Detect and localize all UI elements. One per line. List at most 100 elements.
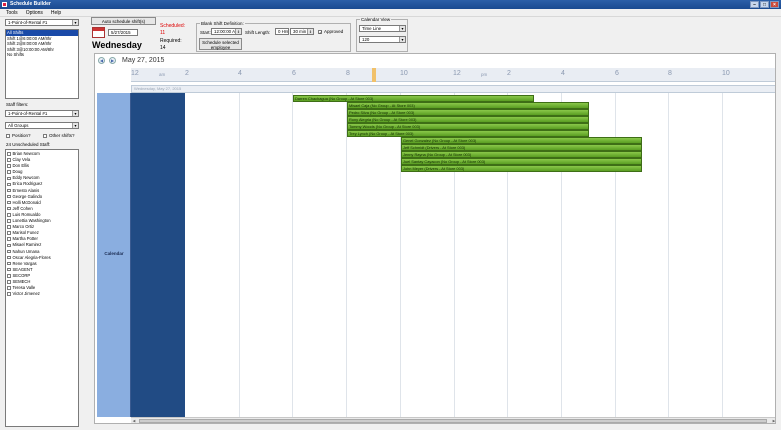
minimize-button[interactable]: – xyxy=(750,1,759,8)
schedule-selected-button[interactable]: Schedule selected employee xyxy=(199,38,242,50)
checkbox-icon[interactable] xyxy=(7,188,11,193)
shift-bar[interactable]: Pedro Silva (No Group - At Store 003) xyxy=(347,109,589,116)
shift-bar[interactable]: Genel Gonzalez (No Group - At Store 003) xyxy=(401,137,642,144)
calendar-resource-label: Calendar xyxy=(104,251,124,256)
checkbox-icon[interactable] xyxy=(7,292,11,296)
scroll-right-icon[interactable]: ▶ xyxy=(771,418,775,423)
shift-hours-field[interactable]: 0 Hrs xyxy=(275,28,289,35)
checkbox-icon[interactable] xyxy=(7,261,11,266)
shift-minutes-field[interactable]: 30 min ⇕ xyxy=(290,28,314,35)
calendar-icon[interactable] xyxy=(92,27,105,38)
prev-day-icon[interactable]: ◀ xyxy=(98,57,105,64)
chevron-down-icon[interactable]: ▼ xyxy=(399,37,405,42)
staff-list[interactable]: Brian Newcom Clay Vela Don Ellis Doug Eddy N… xyxy=(5,149,79,427)
checkbox-icon[interactable] xyxy=(7,164,11,168)
left-panel: 1-Point-of-Rental #1 ▼ All Shifts Shift … xyxy=(3,18,81,428)
chevron-down-icon[interactable]: ▼ xyxy=(399,26,405,31)
staff-name: Doug xyxy=(12,169,23,175)
checkbox-icon[interactable] xyxy=(7,280,11,284)
menu-tools[interactable]: Tools xyxy=(6,9,18,16)
horizontal-scrollbar[interactable]: ◀ ▶ xyxy=(131,417,775,423)
shift-bar[interactable]: Tommy Woods (No Group - At Store 003) xyxy=(347,123,589,130)
view-mode-value: Time Line xyxy=(362,26,382,31)
scrollbar-thumb[interactable] xyxy=(139,419,767,423)
checkbox-icon[interactable] xyxy=(7,152,11,156)
checkbox-icon[interactable] xyxy=(7,237,11,241)
chevron-down-icon[interactable]: ▼ xyxy=(72,20,78,25)
close-button[interactable]: × xyxy=(770,1,779,8)
shift-minutes-value: 30 min xyxy=(293,29,307,34)
shift-bar[interactable]: Rony Alegria (No Group - At Store 003) xyxy=(347,116,589,123)
checkbox-icon[interactable] xyxy=(7,213,11,217)
checkbox-icon[interactable] xyxy=(6,133,10,138)
approved-checkbox[interactable]: ✓ Approved xyxy=(318,29,343,34)
shift-bar[interactable]: Darren Chachagua (No Group - At Store 00… xyxy=(293,95,534,102)
next-day-icon[interactable]: ▶ xyxy=(109,57,116,64)
filter-group-value: All Groups xyxy=(8,123,29,128)
shift-bar[interactable]: Jenny Rayna (No Group - At Store 003) xyxy=(401,151,642,158)
calendar-view-title: Calendar View xyxy=(360,17,392,22)
day-header: Wednesday, May 27, 2015 xyxy=(131,85,775,93)
shift-bar[interactable]: Juel Santay Cayacon (No Group - At Store… xyxy=(401,158,642,165)
checkbox-icon[interactable] xyxy=(7,267,11,272)
calendar-view-group: Calendar View Time Line ▼ 120 ▼ xyxy=(356,17,408,52)
checkbox-icon[interactable] xyxy=(7,170,11,174)
staff-name: Misael Ramirez xyxy=(12,242,42,248)
unscheduled-label: 24 Unscheduled Staff: xyxy=(6,142,51,147)
staff-name: Brian Newcom xyxy=(12,151,40,156)
checkbox-icon[interactable] xyxy=(7,231,11,235)
scroll-left-icon[interactable]: ◀ xyxy=(131,418,137,423)
checkbox-icon[interactable] xyxy=(7,194,11,199)
required-info: Required: 14 xyxy=(160,38,182,51)
shift-bar[interactable]: John Meyer (Drivers - At Store 003) xyxy=(401,165,642,172)
checkbox-icon[interactable] xyxy=(7,182,11,187)
checkbox-icon[interactable] xyxy=(7,243,11,248)
calendar-area[interactable]: ◀ ▶ May 27, 2015 12 2 4 6 8 10 12 2 4 6 8 10 am pm We… xyxy=(94,53,776,424)
checkbox-icon[interactable]: ✓ xyxy=(318,29,322,34)
spinner-icon[interactable]: ⇕ xyxy=(307,29,313,34)
shift-item[interactable]: No Shifts xyxy=(6,52,78,58)
shift-bar[interactable]: Misael Caja (No Group - At Store 003) xyxy=(347,102,589,109)
zoom-value: 120 xyxy=(362,37,370,42)
shift-bar[interactable]: Jeff Schmidt (Drivers - At Store 003) xyxy=(401,144,642,151)
checkbox-icon[interactable] xyxy=(7,158,11,162)
shift-bar[interactable]: Trey Lynch (No Group - At Store 003) xyxy=(347,130,589,137)
chevron-down-icon[interactable]: ▼ xyxy=(72,111,78,116)
start-time-field[interactable]: 12:00:00 AM ⇕ xyxy=(211,28,242,35)
checkbox-icon[interactable] xyxy=(7,200,11,205)
staff-list-item[interactable]: Victor Jimenez xyxy=(6,291,78,297)
staff-name: Ernesto Alanis xyxy=(12,187,40,193)
position-checkbox[interactable]: Position? xyxy=(6,133,31,138)
date-value: 5/27/2015 xyxy=(111,30,131,35)
checkbox-icon[interactable] xyxy=(7,286,11,290)
staff-name: Eddy Newcom xyxy=(12,175,40,181)
checkbox-icon[interactable] xyxy=(7,274,11,278)
auto-schedule-button[interactable]: Auto schedule shift(s) xyxy=(91,17,156,25)
checkbox-icon[interactable] xyxy=(7,225,11,229)
staff-name: Don Ellis xyxy=(12,163,30,169)
staff-name: Teresa Valle xyxy=(12,285,36,291)
other-shifts-checkbox[interactable]: Other shifts? xyxy=(43,133,75,138)
date-field[interactable]: 5/27/2015 xyxy=(108,29,138,36)
shift-list[interactable]: All Shifts Shift 1@6:00:00 AM/8hr Shift … xyxy=(5,29,79,99)
checkbox-icon[interactable] xyxy=(43,133,47,138)
checkbox-icon[interactable] xyxy=(7,255,11,260)
menu-options[interactable]: Options xyxy=(26,9,43,16)
hour-label: 4 xyxy=(238,70,242,77)
hour-label: 10 xyxy=(400,70,408,77)
location-select[interactable]: 1-Point-of-Rental #1 ▼ xyxy=(5,19,79,26)
spinner-icon[interactable]: ⇕ xyxy=(235,29,241,34)
checkbox-icon[interactable] xyxy=(7,176,11,181)
zoom-select[interactable]: 120 ▼ xyxy=(359,36,406,43)
checkbox-icon[interactable] xyxy=(7,249,11,254)
filter-location-select[interactable]: 1-Point-of-Rental #1 ▼ xyxy=(5,110,79,117)
hour-label: 8 xyxy=(346,70,350,77)
maximize-button[interactable]: □ xyxy=(760,1,769,8)
filter-group-select[interactable]: All Groups ▼ xyxy=(5,122,79,129)
chevron-down-icon[interactable]: ▼ xyxy=(72,123,78,128)
view-mode-select[interactable]: Time Line ▼ xyxy=(359,25,406,32)
checkbox-icon[interactable] xyxy=(7,219,11,223)
other-shifts-label: Other shifts? xyxy=(49,133,75,138)
checkbox-icon[interactable] xyxy=(7,206,11,211)
menu-help[interactable]: Help xyxy=(51,9,61,16)
